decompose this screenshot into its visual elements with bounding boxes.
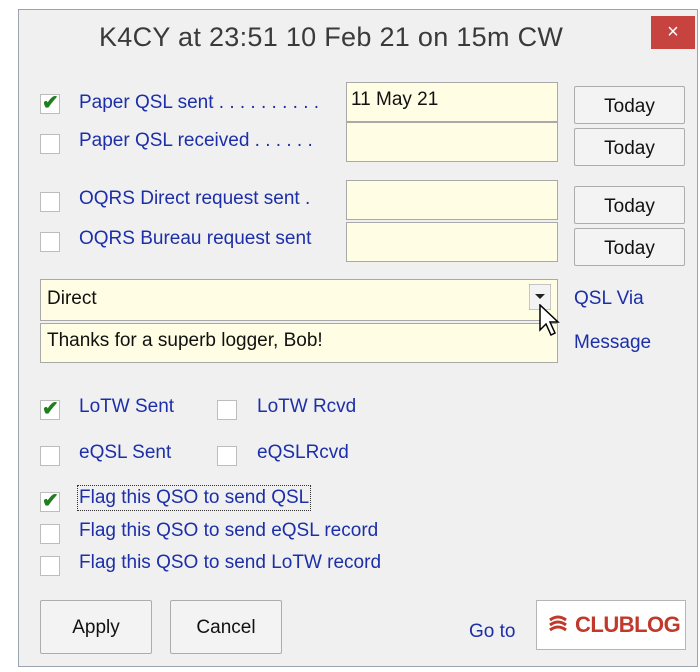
flag-send-eqsl-checkbox[interactable] bbox=[40, 524, 60, 544]
lotw-rcvd-label: LoTW Rcvd bbox=[257, 396, 357, 417]
oqrs-direct-date-field[interactable] bbox=[346, 180, 558, 220]
qsl-dialog-window: K4CY at 23:51 10 Feb 21 on 15m CW × ✔ Pa… bbox=[18, 9, 698, 667]
clublog-wordmark: CLUBLOG bbox=[575, 612, 681, 637]
paper-qsl-received-date-field[interactable] bbox=[346, 122, 558, 162]
paper-qsl-received-checkbox[interactable] bbox=[40, 134, 60, 154]
titlebar[interactable]: K4CY at 23:51 10 Feb 21 on 15m CW × bbox=[19, 10, 697, 72]
oqrs-direct-label: OQRS Direct request sent . bbox=[79, 188, 311, 209]
mouse-cursor-icon bbox=[539, 304, 560, 337]
oqrs-direct-today-button[interactable]: Today bbox=[574, 186, 685, 224]
paper-qsl-sent-date-field[interactable]: 11 May 21 bbox=[346, 82, 558, 122]
oqrs-bureau-checkbox[interactable] bbox=[40, 232, 60, 252]
clublog-logo-icon bbox=[549, 615, 567, 632]
eqsl-rcvd-checkbox[interactable] bbox=[217, 446, 237, 466]
oqrs-bureau-date-field[interactable] bbox=[346, 222, 558, 262]
lotw-sent-checkbox[interactable]: ✔ bbox=[40, 398, 60, 420]
flag-send-lotw-checkbox[interactable] bbox=[40, 556, 60, 576]
close-button[interactable]: × bbox=[651, 16, 695, 49]
oqrs-direct-checkbox[interactable] bbox=[40, 192, 60, 212]
check-icon: ✔ bbox=[42, 92, 59, 114]
eqsl-sent-label: eQSL Sent bbox=[79, 442, 172, 463]
qsl-via-label: QSL Via bbox=[574, 288, 644, 309]
message-field[interactable]: Thanks for a superb logger, Bob! bbox=[40, 323, 558, 363]
eqsl-rcvd-label: eQSLRcvd bbox=[257, 442, 349, 463]
check-icon: ✔ bbox=[42, 398, 59, 420]
message-label: Message bbox=[574, 332, 652, 353]
qsl-via-value: Direct bbox=[47, 288, 97, 309]
flag-send-qsl-checkbox[interactable]: ✔ bbox=[40, 490, 60, 512]
check-icon: ✔ bbox=[42, 490, 59, 512]
goto-label: Go to bbox=[469, 621, 516, 642]
paper-qsl-sent-label: Paper QSL sent . . . . . . . . . . bbox=[79, 92, 320, 113]
qsl-via-dropdown[interactable]: Direct bbox=[40, 279, 558, 321]
lotw-rcvd-checkbox[interactable] bbox=[217, 400, 237, 420]
paper-qsl-sent-checkbox[interactable]: ✔ bbox=[40, 92, 60, 114]
oqrs-bureau-label: OQRS Bureau request sent bbox=[79, 228, 312, 249]
paper-qsl-sent-today-button[interactable]: Today bbox=[574, 86, 685, 124]
paper-qsl-received-label: Paper QSL received . . . . . . bbox=[79, 130, 313, 151]
clublog-button[interactable]: CLUBLOG bbox=[536, 600, 686, 650]
close-icon: × bbox=[667, 21, 679, 43]
eqsl-sent-checkbox[interactable] bbox=[40, 446, 60, 466]
cancel-button[interactable]: Cancel bbox=[170, 600, 282, 654]
apply-button[interactable]: Apply bbox=[40, 600, 152, 654]
flag-send-lotw-label: Flag this QSO to send LoTW record bbox=[79, 552, 382, 573]
window-title: K4CY at 23:51 10 Feb 21 on 15m CW bbox=[99, 22, 564, 52]
flag-send-qsl-label: Flag this QSO to send QSL bbox=[76, 485, 312, 511]
flag-send-eqsl-label: Flag this QSO to send eQSL record bbox=[79, 520, 379, 541]
lotw-sent-label: LoTW Sent bbox=[79, 396, 175, 417]
oqrs-bureau-today-button[interactable]: Today bbox=[574, 228, 685, 266]
paper-qsl-received-today-button[interactable]: Today bbox=[574, 128, 685, 166]
